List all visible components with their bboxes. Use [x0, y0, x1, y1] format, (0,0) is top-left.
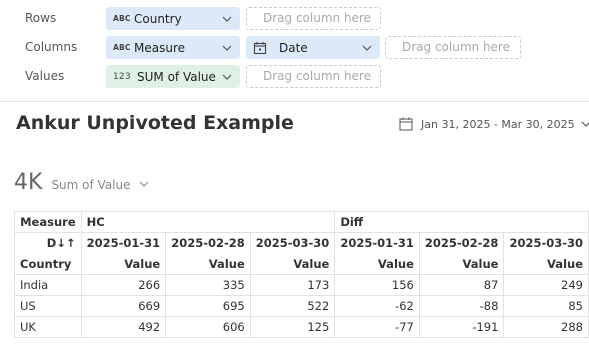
row-country: US: [14, 295, 82, 317]
date-header[interactable]: 2025-01-31: [334, 232, 420, 254]
table-cell: 266: [80, 274, 167, 296]
page-title: Ankur Unpivoted Example: [16, 112, 294, 134]
chevron-down-icon[interactable]: [139, 179, 149, 189]
group-header-fill: [503, 211, 589, 233]
rows-config: Rows ABC Country Drag column here: [0, 7, 589, 31]
country-pill[interactable]: ABC Country: [106, 7, 240, 30]
table-cell: 695: [165, 295, 251, 317]
chevron-down-icon: [581, 121, 589, 127]
table-cell: -77: [334, 316, 420, 338]
values-dropzone[interactable]: Drag column here: [246, 65, 381, 88]
date-header[interactable]: 2025-02-28: [418, 232, 505, 254]
value-header: Value: [503, 253, 589, 275]
date-range-picker[interactable]: Jan 31, 2025 - Mar 30, 2025: [399, 117, 589, 131]
value-header: Value: [80, 253, 167, 275]
date-range-text: Jan 31, 2025 - Mar 30, 2025: [421, 117, 575, 131]
table-cell: 173: [249, 274, 336, 296]
chevron-down-icon[interactable]: [222, 14, 232, 24]
table-cell: 492: [80, 316, 167, 338]
value-header-row: Country Value Value Value Value Value Va…: [14, 253, 589, 275]
row-country: India: [14, 274, 82, 296]
date-header[interactable]: 2025-02-28: [165, 232, 251, 254]
metric-label: Sum of Value: [51, 178, 131, 192]
date-header-row: D↓↑ 2025-01-31 2025-02-28 2025-03-30 202…: [14, 232, 589, 254]
chevron-down-icon[interactable]: [222, 43, 232, 53]
country-pill-label: Country: [134, 11, 182, 26]
value-header: Value: [249, 253, 336, 275]
calendar-icon: [253, 41, 267, 54]
group-header-fill: [418, 211, 504, 233]
measure-header-label: Measure: [14, 211, 82, 233]
table-cell: 288: [503, 316, 589, 338]
columns-label: Columns: [25, 40, 78, 54]
calendar-icon: [399, 117, 413, 131]
chevron-down-icon[interactable]: [222, 72, 232, 82]
table-cell: 522: [249, 295, 336, 317]
date-header[interactable]: 2025-01-31: [80, 232, 167, 254]
measure-pill-label: Measure: [134, 40, 185, 55]
measure-pill[interactable]: ABC Measure: [106, 36, 240, 59]
date-header[interactable]: 2025-03-30: [503, 232, 589, 254]
date-pill[interactable]: Date: [246, 36, 380, 59]
metric-summary[interactable]: 4K Sum of Value: [14, 170, 149, 195]
chevron-down-icon[interactable]: [362, 43, 372, 53]
table-cell: -88: [418, 295, 505, 317]
date-header[interactable]: 2025-03-30: [249, 232, 336, 254]
pivot-table: Measure HC Diff D↓↑ 2025-01-31 2025-02-2…: [14, 211, 589, 338]
table-cell: 125: [249, 316, 336, 338]
value-header: Value: [165, 253, 251, 275]
group-header-fill: [165, 211, 251, 233]
table-row: US 669 695 522 -62 -88 85: [14, 295, 589, 317]
table-cell: 249: [503, 274, 589, 296]
table-row: UK 492 606 125 -77 -191 288: [14, 316, 589, 338]
row-country: UK: [14, 316, 82, 338]
value-header: Value: [418, 253, 505, 275]
columns-dropzone[interactable]: Drag column here: [385, 36, 521, 59]
columns-config: Columns ABC Measure Date Drag column her…: [0, 36, 589, 60]
table-cell: 156: [334, 274, 420, 296]
rows-label: Rows: [25, 11, 57, 25]
country-header[interactable]: Country: [14, 253, 82, 275]
table-cell: 669: [80, 295, 167, 317]
number-type-icon: 123: [113, 71, 131, 82]
text-type-icon: ABC: [113, 14, 131, 23]
table-cell: 606: [165, 316, 251, 338]
metric-value: 4K: [14, 170, 43, 195]
measure-header-row: Measure HC Diff: [14, 211, 589, 233]
date-sort-header[interactable]: D↓↑: [14, 232, 82, 254]
values-label: Values: [25, 69, 65, 83]
sum-of-value-pill-label: SUM of Value: [137, 69, 216, 84]
table-cell: -62: [334, 295, 420, 317]
group-header-hc: HC: [80, 211, 166, 233]
table-cell: 87: [418, 274, 505, 296]
table-cell: -191: [418, 316, 505, 338]
table-row: India 266 335 173 156 87 249: [14, 274, 589, 296]
rows-dropzone[interactable]: Drag column here: [246, 7, 381, 30]
value-header: Value: [334, 253, 420, 275]
group-header-diff: Diff: [334, 211, 420, 233]
table-cell: 85: [503, 295, 589, 317]
table-cell: 335: [165, 274, 251, 296]
sum-of-value-pill[interactable]: 123 SUM of Value: [106, 65, 240, 88]
values-config: Values 123 SUM of Value Drag column here: [0, 65, 589, 89]
text-type-icon: ABC: [113, 43, 131, 52]
group-header-fill: [249, 211, 336, 233]
date-pill-label: Date: [279, 40, 308, 55]
divider: [0, 101, 589, 102]
